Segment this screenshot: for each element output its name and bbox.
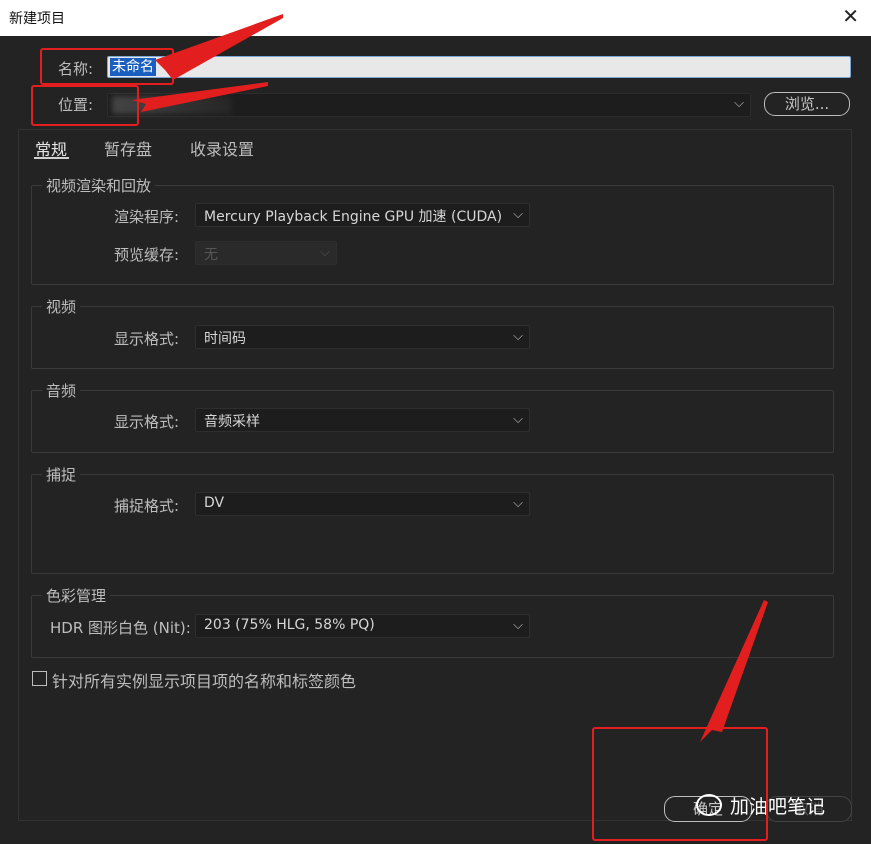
annotation-box-location: [31, 85, 139, 126]
audio-display-format-dropdown[interactable]: 音频采样 ⌵: [195, 408, 530, 432]
capture-format-dropdown[interactable]: DV ⌵: [195, 492, 530, 516]
preview-cache-value: 无: [204, 247, 218, 263]
preview-cache-dropdown: 无 ⌵: [195, 241, 337, 265]
hdr-white-value: 203 (75% HLG, 58% PQ): [204, 617, 375, 633]
show-labels-checkbox[interactable]: [32, 671, 47, 686]
chevron-down-icon: ⌵: [513, 329, 523, 344]
name-input[interactable]: 未命名: [107, 56, 851, 78]
chevron-down-icon: ⌵: [513, 412, 523, 427]
video-display-format-dropdown[interactable]: 时间码 ⌵: [195, 325, 530, 349]
tab-scratch-disks[interactable]: 暂存盘: [104, 136, 152, 160]
close-icon[interactable]: ✕: [842, 4, 859, 28]
renderer-dropdown[interactable]: Mercury Playback Engine GPU 加速 (CUDA) ⌵: [195, 203, 530, 227]
group-title: 视频渲染和回放: [42, 175, 156, 196]
group-video-render: 视频渲染和回放: [31, 175, 834, 285]
chevron-down-icon: ⌵: [320, 245, 330, 260]
video-display-format-value: 时间码: [204, 331, 246, 347]
chevron-down-icon: ⌵: [513, 618, 523, 633]
title-bar: 新建项目 ✕: [0, 0, 871, 36]
group-title: 音频: [42, 380, 81, 401]
hdr-white-label: HDR 图形白色 (Nit):: [50, 619, 191, 637]
annotation-box-name: [40, 48, 174, 85]
group-capture: 捕捉: [31, 464, 834, 574]
capture-format-label: 捕捉格式:: [114, 497, 180, 515]
renderer-value: Mercury Playback Engine GPU 加速 (CUDA): [204, 209, 503, 225]
location-dropdown[interactable]: ⌵: [107, 93, 751, 117]
show-labels-checkbox-label: 针对所有实例显示项目项的名称和标签颜色: [52, 672, 357, 691]
group-title: 捕捉: [42, 464, 81, 485]
capture-format-value: DV: [204, 495, 225, 511]
group-title: 视频: [42, 296, 81, 317]
window-title: 新建项目: [9, 11, 65, 27]
chevron-down-icon: ⌵: [734, 96, 744, 111]
annotation-box-ok: [592, 727, 768, 841]
group-title: 色彩管理: [42, 585, 111, 606]
chevron-down-icon: ⌵: [513, 496, 523, 511]
browse-button[interactable]: 浏览...: [764, 92, 850, 116]
audio-display-format-label: 显示格式:: [114, 413, 180, 431]
chevron-down-icon: ⌵: [513, 207, 523, 222]
video-display-format-label: 显示格式:: [114, 330, 180, 348]
audio-display-format-value: 音频采样: [204, 414, 260, 430]
preview-cache-label: 预览缓存:: [114, 246, 180, 264]
renderer-label: 渲染程序:: [114, 208, 180, 226]
tab-ingest-settings[interactable]: 收录设置: [190, 136, 254, 160]
dialog-body: 名称: 未命名 位置: ⌵ 浏览... 常规 暂存盘 收录设置 视频渲染和回放 …: [0, 36, 871, 844]
hdr-white-dropdown[interactable]: 203 (75% HLG, 58% PQ) ⌵: [195, 614, 530, 638]
active-tab-indicator: [34, 157, 69, 159]
new-project-window: 新建项目 ✕ 名称: 未命名 位置: ⌵ 浏览... 常规 暂存盘 收录设置 视…: [0, 0, 871, 844]
